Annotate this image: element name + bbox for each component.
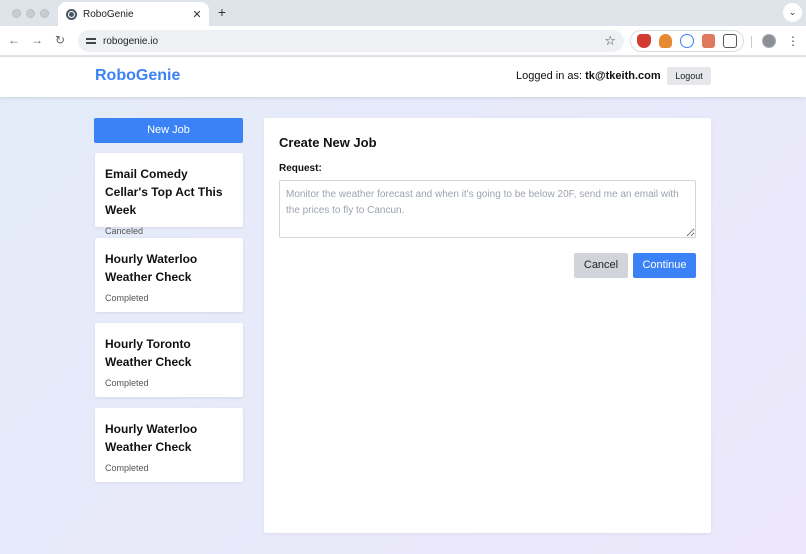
- browser-toolbar: ← → ↻ robogenie.io ☆ ⋮: [0, 26, 806, 56]
- bookmark-star-icon[interactable]: ☆: [604, 33, 616, 49]
- job-status: Completed: [105, 378, 149, 388]
- browser-tabstrip: RoboGenie ✕ + ⌄: [0, 0, 806, 26]
- app-header: RoboGenie Logged in as: tk@tkeith.com Lo…: [0, 57, 806, 97]
- tab-title: RoboGenie: [83, 8, 134, 20]
- reload-button[interactable]: ↻: [52, 32, 68, 48]
- continue-button[interactable]: Continue: [633, 253, 696, 278]
- job-title: Hourly Waterloo Weather Check: [105, 422, 198, 454]
- job-card[interactable]: Hourly Waterloo Weather Check Completed: [95, 238, 243, 312]
- fox-extension-icon[interactable]: [658, 34, 673, 48]
- globe-icon: [66, 8, 77, 20]
- page: RoboGenie Logged in as: tk@tkeith.com Lo…: [0, 57, 806, 554]
- url-text[interactable]: robogenie.io: [103, 36, 604, 47]
- job-card[interactable]: Hourly Waterloo Weather Check Completed: [95, 408, 243, 482]
- back-button[interactable]: ←: [6, 32, 22, 48]
- info-extension-icon[interactable]: [680, 34, 694, 48]
- brand-logo[interactable]: RoboGenie: [95, 67, 180, 85]
- lock-extension-icon[interactable]: [701, 34, 716, 48]
- profile-avatar[interactable]: [762, 34, 776, 48]
- request-textarea[interactable]: [279, 180, 696, 238]
- job-card[interactable]: Hourly Toronto Weather Check Completed: [95, 323, 243, 397]
- tab-search-button[interactable]: ⌄: [783, 3, 802, 22]
- cancel-button[interactable]: Cancel: [574, 253, 628, 278]
- browser-menu-icon[interactable]: ⋮: [787, 33, 799, 49]
- new-job-button[interactable]: New Job: [94, 118, 243, 143]
- puzzle-extensions-icon[interactable]: [723, 34, 738, 48]
- address-bar[interactable]: robogenie.io ☆: [78, 30, 624, 52]
- panel-title: Create New Job: [279, 135, 377, 150]
- logout-button[interactable]: Logout: [667, 67, 711, 85]
- create-job-panel: Create New Job Request: Cancel Continue: [264, 118, 711, 533]
- site-settings-icon[interactable]: [86, 37, 96, 45]
- window-close-button[interactable]: [12, 9, 21, 18]
- login-status: Logged in as: tk@tkeith.com: [516, 70, 661, 82]
- tab-close-icon[interactable]: ✕: [189, 8, 205, 21]
- job-status: Completed: [105, 293, 149, 303]
- window-maximize-button[interactable]: [40, 9, 49, 18]
- extensions-group: [630, 30, 744, 52]
- toolbar-divider: [751, 36, 752, 48]
- job-card[interactable]: Email Comedy Cellar's Top Act This Week …: [95, 153, 243, 236]
- job-status: Completed: [105, 463, 149, 473]
- job-status: Canceled: [105, 226, 144, 236]
- job-title: Hourly Toronto Weather Check: [105, 337, 192, 369]
- user-email: tk@tkeith.com: [585, 70, 661, 82]
- window-minimize-button[interactable]: [26, 9, 35, 18]
- forward-button[interactable]: →: [29, 32, 45, 48]
- shield-extension-icon[interactable]: [637, 34, 651, 48]
- new-tab-button[interactable]: +: [215, 4, 229, 20]
- job-title: Hourly Waterloo Weather Check: [105, 252, 198, 284]
- browser-tab[interactable]: RoboGenie ✕: [58, 2, 209, 26]
- logged-in-label: Logged in as:: [516, 70, 586, 82]
- request-label: Request:: [279, 163, 322, 174]
- job-title: Email Comedy Cellar's Top Act This Week: [105, 167, 223, 217]
